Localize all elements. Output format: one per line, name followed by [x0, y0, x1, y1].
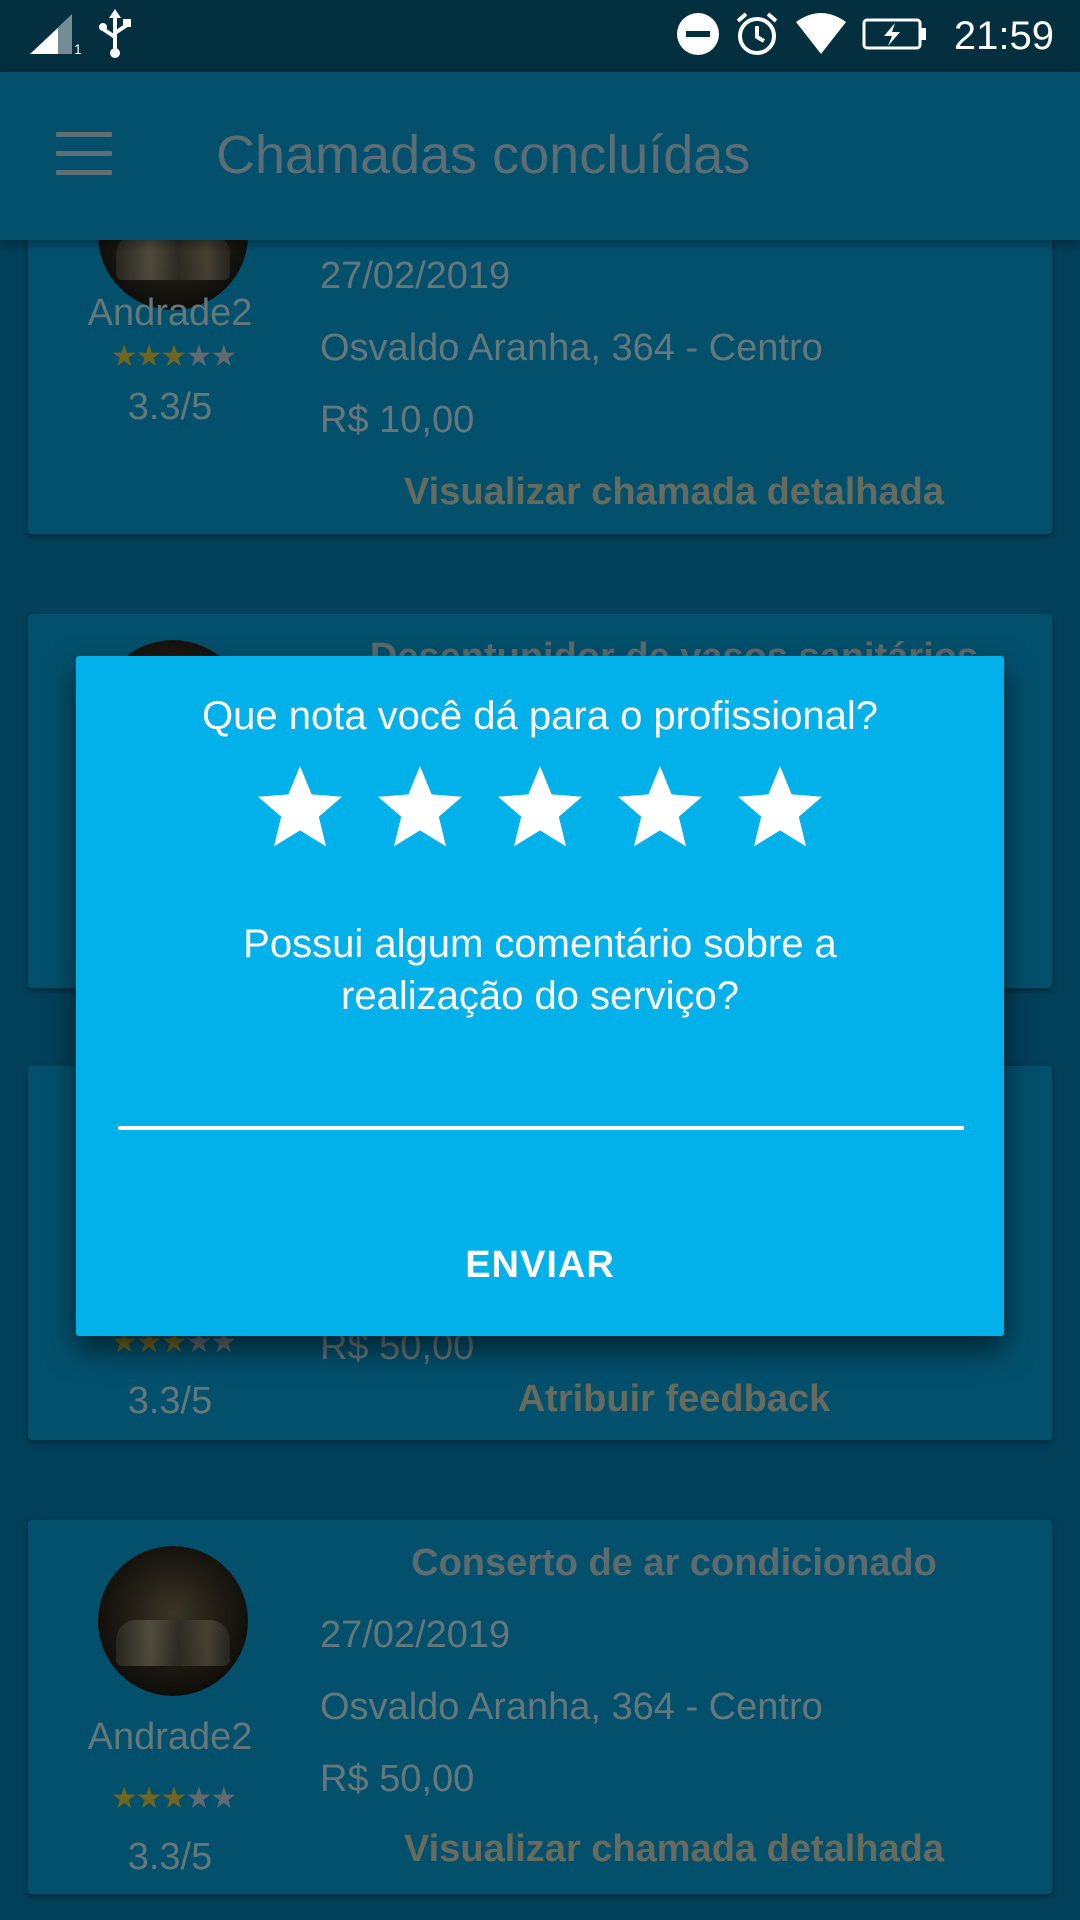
user-name: Andrade2	[87, 1716, 253, 1758]
user-rating-stars: ★★★★★	[98, 1784, 248, 1814]
usb-icon	[98, 8, 132, 64]
star-empty-icon: ★	[185, 340, 212, 373]
status-time: 21:59	[953, 13, 1054, 58]
star-filled-icon: ★	[110, 1782, 138, 1815]
hamburger-menu-icon[interactable]	[56, 132, 112, 176]
star-empty-icon: ★	[210, 1782, 237, 1815]
status-bar-right: 21:59	[676, 0, 1054, 72]
rating-text: 3.3/5	[127, 1380, 213, 1422]
comment-input[interactable]	[118, 1056, 964, 1130]
view-call-details-link[interactable]: Visualizar chamada detalhada	[314, 1828, 1034, 1871]
comment-prompt-line-1: Possui algum comentário sobre a	[243, 922, 837, 966]
rating-text: 3.3/5	[127, 1836, 213, 1878]
avatar	[98, 1546, 248, 1696]
user-rating-stars: ★★★★★	[98, 342, 248, 372]
user-name: Andrade2	[87, 292, 253, 334]
rating-text: 3.3/5	[127, 386, 213, 428]
star-filled-icon: ★	[160, 1782, 188, 1815]
status-bar: 1 21:59	[0, 0, 1080, 72]
view-call-details-link[interactable]: Visualizar chamada detalhada	[314, 471, 1034, 514]
call-card: Andrade2 ★★★★★ 3.3/5 27/02/2019 Osvaldo …	[28, 200, 1052, 534]
rating-star-5-icon[interactable]	[730, 760, 830, 856]
rating-dialog: Que nota você dá para o profissional? Po…	[76, 656, 1004, 1336]
call-card: Conserto de ar condicionado 27/02/2019 O…	[28, 1520, 1052, 1894]
call-date: 27/02/2019	[320, 1614, 511, 1656]
call-address: Osvaldo Aranha, 364 - Centro	[320, 327, 823, 369]
call-price: R$ 50,00	[320, 1758, 475, 1800]
star-empty-icon: ★	[210, 340, 237, 373]
star-filled-icon: ★	[135, 1782, 163, 1815]
star-filled-icon: ★	[135, 340, 163, 373]
sim-label: 1	[74, 41, 82, 56]
rating-star-1-icon[interactable]	[250, 760, 350, 856]
call-date: 27/02/2019	[320, 255, 511, 297]
comment-prompt: Possui algum comentário sobre a realizaç…	[136, 918, 944, 1022]
give-feedback-link[interactable]: Atribuir feedback	[314, 1378, 1034, 1421]
rating-star-picker	[76, 760, 1004, 856]
star-filled-icon: ★	[110, 340, 138, 373]
star-filled-icon: ★	[160, 340, 188, 373]
status-bar-left: 1	[28, 0, 146, 72]
alarm-icon	[734, 11, 780, 62]
call-price: R$ 10,00	[320, 399, 475, 441]
call-address: Osvaldo Aranha, 364 - Centro	[320, 1686, 823, 1728]
wifi-icon	[794, 12, 848, 61]
rating-question: Que nota você dá para o profissional?	[202, 694, 878, 738]
send-button[interactable]: ENVIAR	[440, 1230, 640, 1300]
comment-prompt-line-2: realização do serviço?	[341, 974, 739, 1018]
signal-icon: 1	[28, 12, 84, 61]
battery-charging-icon	[862, 17, 928, 56]
rating-star-2-icon[interactable]	[370, 760, 470, 856]
do-not-disturb-icon	[676, 12, 720, 61]
rating-star-4-icon[interactable]	[610, 760, 710, 856]
app-bar: Chamadas concluídas	[0, 72, 1080, 240]
page-title: Chamadas concluídas	[216, 125, 751, 185]
rating-star-3-icon[interactable]	[490, 760, 590, 856]
star-empty-icon: ★	[185, 1782, 212, 1815]
call-title: Conserto de ar condicionado	[411, 1542, 937, 1584]
